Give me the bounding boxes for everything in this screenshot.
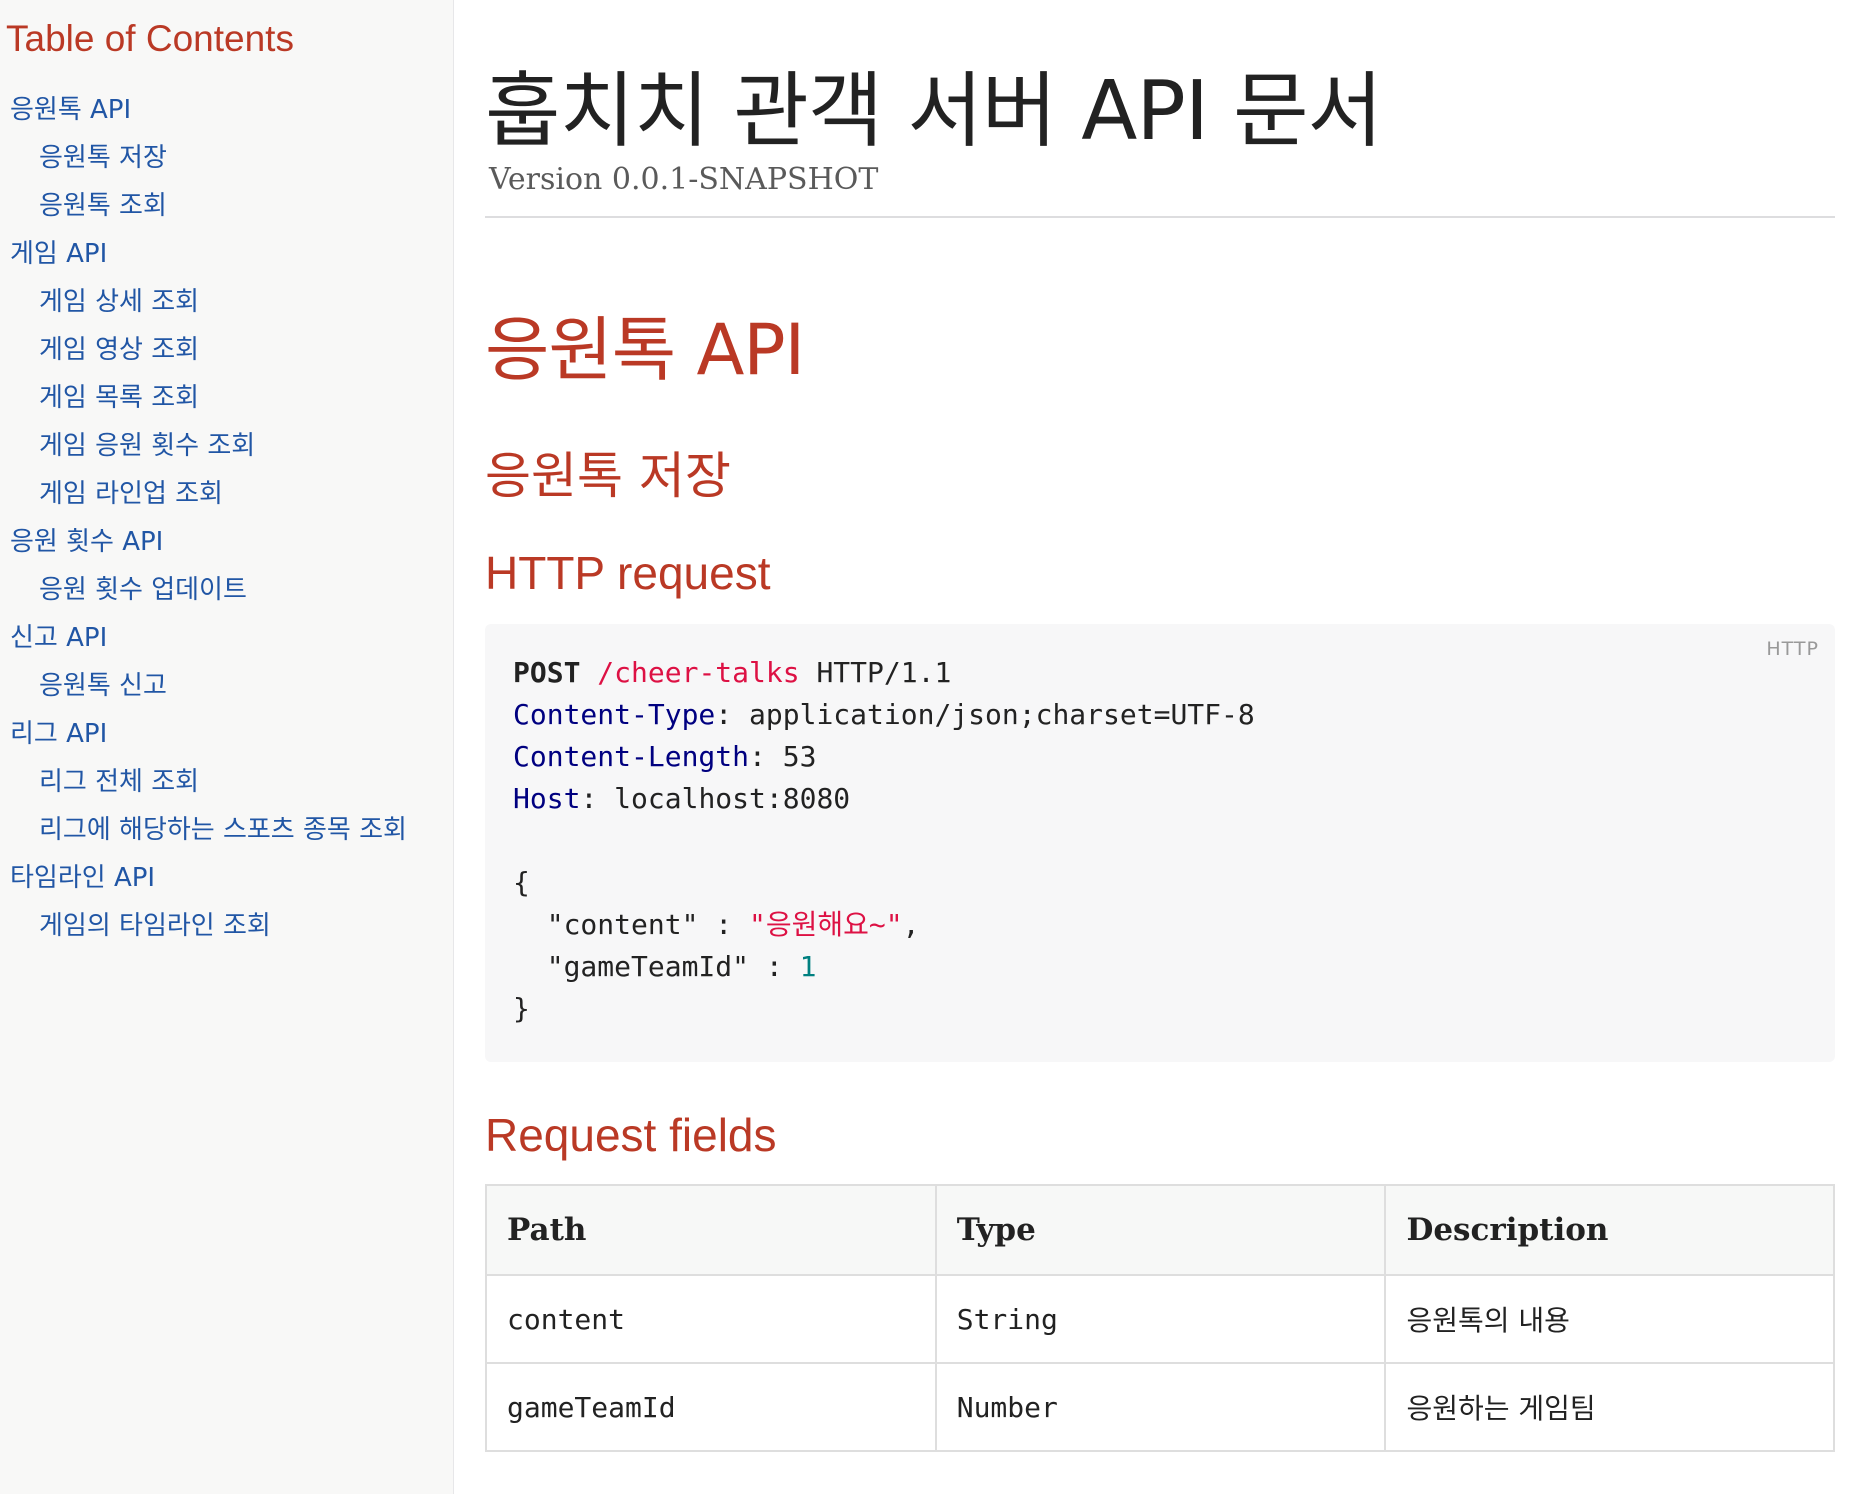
- field-type: String: [934, 1274, 1387, 1364]
- header-name: Host: [513, 782, 581, 815]
- toc-link-game-video[interactable]: 게임 영상 조회: [39, 335, 199, 365]
- table-row: gameTeamId Number 응원하는 게임팀: [485, 1362, 1835, 1452]
- header-value: localhost:8080: [614, 782, 851, 815]
- request-fields-table: Path Type Description content String 응원톡…: [485, 1184, 1835, 1452]
- toc-title: Table of Contents: [6, 18, 294, 59]
- table-of-contents: Table of Contents 응원톡 API 응원톡 저장 응원톡 조회 …: [0, 0, 454, 1494]
- toc-link-game-detail[interactable]: 게임 상세 조회: [39, 287, 199, 317]
- toc-item: 게임의 타임라인 조회: [0, 902, 407, 950]
- subsection-title: 응원톡 저장: [485, 447, 731, 505]
- field-path: content: [485, 1274, 937, 1364]
- field-path: gameTeamId: [485, 1362, 937, 1452]
- toc-item: 리그에 해당하는 스포츠 종목 조회: [0, 806, 407, 854]
- toc-item: 리그 전체 조회: [0, 758, 407, 806]
- toc-item: 응원톡 저장: [0, 134, 407, 182]
- http-request-code: POST /cheer-talks HTTP/1.1 Content-Type:…: [513, 656, 1255, 1025]
- toc-item: 게임 영상 조회: [0, 326, 407, 374]
- json-close-brace: }: [513, 992, 530, 1025]
- toc-item: 게임 응원 횟수 조회: [0, 422, 407, 470]
- toc-item: 응원톡 조회: [0, 182, 407, 230]
- field-description: 응원톡의 내용: [1384, 1274, 1835, 1364]
- toc-item: 게임 라인업 조회: [0, 470, 407, 518]
- toc-list: 응원톡 API 응원톡 저장 응원톡 조회 게임 API 게임 상세 조회 게임…: [0, 86, 407, 950]
- toc-link-game-lineup[interactable]: 게임 라인업 조회: [39, 479, 223, 509]
- toc-link-league-api[interactable]: 리그 API: [10, 719, 107, 749]
- http-method: POST: [513, 656, 581, 689]
- json-key: "content": [546, 908, 699, 941]
- toc-link-cheer-talk-report[interactable]: 응원톡 신고: [39, 671, 167, 701]
- json-open-brace: {: [513, 866, 530, 899]
- table-row: content String 응원톡의 내용: [485, 1274, 1835, 1364]
- header-divider: [485, 216, 1835, 218]
- toc-link-game-list[interactable]: 게임 목록 조회: [39, 383, 199, 413]
- header-value: application/json;charset=UTF-8: [749, 698, 1255, 731]
- http-request-heading: HTTP request: [485, 547, 771, 599]
- column-header-type: Type: [934, 1184, 1387, 1276]
- request-path: /cheer-talks: [597, 656, 800, 689]
- field-description: 응원하는 게임팀: [1384, 1362, 1835, 1452]
- code-block: HTTP POST /cheer-talks HTTP/1.1 Content-…: [485, 624, 1835, 1062]
- field-type: Number: [934, 1362, 1387, 1452]
- header-name: Content-Length: [513, 740, 750, 773]
- toc-item: 게임 API: [0, 230, 407, 278]
- toc-link-report-api[interactable]: 신고 API: [10, 623, 107, 653]
- section-title: 응원톡 API: [485, 309, 805, 391]
- toc-link-cheer-talk-api[interactable]: 응원톡 API: [10, 95, 131, 125]
- toc-link-league-all[interactable]: 리그 전체 조회: [39, 767, 199, 797]
- header-name: Content-Type: [513, 698, 716, 731]
- toc-link-game-api[interactable]: 게임 API: [10, 239, 107, 269]
- page-title: 훕치치 관객 서버 API 문서: [485, 64, 1383, 159]
- json-comma: ,: [902, 908, 920, 941]
- column-header-path: Path: [485, 1184, 937, 1276]
- toc-link-league-sports[interactable]: 리그에 해당하는 스포츠 종목 조회: [39, 815, 407, 845]
- toc-link-cheer-talk-list[interactable]: 응원톡 조회: [39, 191, 167, 221]
- http-protocol: HTTP/1.1: [816, 656, 952, 689]
- toc-item: 게임 상세 조회: [0, 278, 407, 326]
- code-language-label: HTTP: [1766, 638, 1819, 660]
- toc-item: 응원 횟수 업데이트: [0, 566, 407, 614]
- header-value: 53: [782, 740, 817, 773]
- table-header-row: Path Type Description: [485, 1184, 1835, 1276]
- toc-link-timeline-api[interactable]: 타임라인 API: [10, 863, 155, 893]
- toc-item: 리그 API: [0, 710, 407, 758]
- request-fields-heading: Request fields: [485, 1109, 777, 1161]
- json-string-value: "응원해요~": [749, 908, 903, 941]
- json-number-value: 1: [799, 950, 817, 983]
- toc-item: 타임라인 API: [0, 854, 407, 902]
- version-label: Version 0.0.1-SNAPSHOT: [489, 162, 879, 197]
- toc-link-cheer-count-api[interactable]: 응원 횟수 API: [10, 527, 163, 557]
- toc-item: 게임 목록 조회: [0, 374, 407, 422]
- json-key: "gameTeamId": [546, 950, 750, 983]
- toc-item: 응원톡 API: [0, 86, 407, 134]
- toc-link-cheer-count-update[interactable]: 응원 횟수 업데이트: [39, 575, 247, 605]
- toc-link-cheer-talk-save[interactable]: 응원톡 저장: [39, 143, 167, 173]
- toc-link-game-timeline[interactable]: 게임의 타임라인 조회: [39, 911, 271, 941]
- toc-item: 신고 API: [0, 614, 407, 662]
- toc-item: 응원톡 신고: [0, 662, 407, 710]
- column-header-description: Description: [1384, 1184, 1835, 1276]
- toc-item: 응원 횟수 API: [0, 518, 407, 566]
- toc-link-game-cheer-count[interactable]: 게임 응원 횟수 조회: [39, 431, 255, 461]
